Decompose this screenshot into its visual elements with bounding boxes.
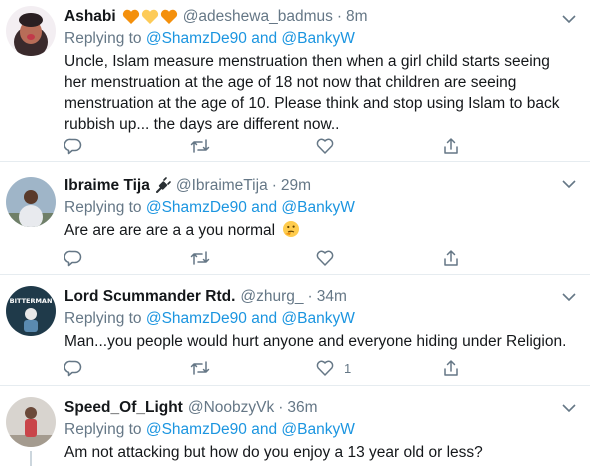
mention-and[interactable]: and xyxy=(251,421,277,438)
user-name[interactable]: Ibraime Tija xyxy=(64,175,150,197)
tweet-text: Man...you people would hurt anyone and e… xyxy=(64,333,567,350)
tweet-text-line: Are are are are a a you normal xyxy=(64,220,568,241)
retweet-button[interactable] xyxy=(190,247,316,269)
tweet-2[interactable]: Ibraime Tija @IbraimeTija · 29m Replying… xyxy=(0,163,590,275)
like-button[interactable] xyxy=(316,135,442,157)
user-handle[interactable]: @adeshewa_badmus xyxy=(183,6,333,28)
tweet-4[interactable]: Speed_Of_Light @NoobzyVk · 36m Replying … xyxy=(0,387,590,466)
heart-icon xyxy=(316,138,334,154)
tweet-header: Lord Scummander Rtd. @zhurg_ · 34m xyxy=(64,286,568,308)
reply-icon xyxy=(64,360,82,377)
plug-icon xyxy=(155,177,171,193)
orange-heart-icon xyxy=(160,9,177,24)
replying-to: Replying to @ShamzDe90 and @BankyW xyxy=(64,419,568,441)
mention-link[interactable]: @BankyW xyxy=(281,421,354,438)
tweet-header: Speed_Of_Light @NoobzyVk · 36m xyxy=(64,397,568,419)
avatar[interactable] xyxy=(6,177,56,227)
like-count: 1 xyxy=(344,360,352,376)
user-handle[interactable]: @IbraimeTija xyxy=(176,175,268,197)
reply-button[interactable] xyxy=(64,247,190,269)
retweet-button[interactable] xyxy=(190,135,316,157)
share-icon xyxy=(444,250,458,266)
tweet-text: Are are are are a a you normal xyxy=(64,222,276,239)
retweet-icon xyxy=(190,251,210,265)
retweet-icon xyxy=(190,139,210,153)
retweet-button[interactable] xyxy=(190,357,316,379)
orange-heart-icon xyxy=(122,9,139,24)
share-icon xyxy=(444,138,458,154)
share-icon xyxy=(444,360,458,376)
avatar[interactable]: BITTERMAN xyxy=(6,286,56,336)
tweet-actions xyxy=(64,135,568,157)
mention-and[interactable]: and xyxy=(251,310,277,327)
tweet-text: Uncle, Islam measure menstruation then w… xyxy=(64,53,560,133)
tweet-3[interactable]: BITTERMAN Lord Scummander Rtd. @zhurg_ ·… xyxy=(0,276,590,386)
user-name[interactable]: Speed_Of_Light xyxy=(64,397,183,419)
yellow-heart-icon xyxy=(141,9,158,24)
replying-to-label: Replying to xyxy=(64,30,142,47)
timestamp[interactable]: 8m xyxy=(346,6,368,28)
separator-dot: · xyxy=(271,177,277,194)
like-button[interactable] xyxy=(316,247,442,269)
mention-link[interactable]: @BankyW xyxy=(281,199,354,216)
replying-to: Replying to @ShamzDe90 and @BankyW xyxy=(64,28,568,50)
reply-icon xyxy=(64,250,82,267)
mention-and[interactable]: and xyxy=(251,199,277,216)
user-handle[interactable]: @NoobzyVk xyxy=(188,397,274,419)
user-name[interactable]: Ashabi xyxy=(64,6,116,28)
tweet-text: Am not attacking but how do you enjoy a … xyxy=(64,444,483,461)
mention-link[interactable]: @ShamzDe90 xyxy=(146,30,247,47)
like-button[interactable]: 1 xyxy=(316,357,442,379)
avatar-text: BITTERMAN xyxy=(10,297,53,305)
user-name[interactable]: Lord Scummander Rtd. xyxy=(64,286,235,308)
thinking-face-icon xyxy=(283,221,300,237)
timestamp[interactable]: 36m xyxy=(287,397,317,419)
replying-to-label: Replying to xyxy=(64,421,142,438)
separator-dot: · xyxy=(307,288,313,305)
share-button[interactable] xyxy=(442,357,568,379)
reply-button[interactable] xyxy=(64,135,190,157)
share-button[interactable] xyxy=(442,247,568,269)
retweet-icon xyxy=(190,361,210,375)
tweet-1[interactable]: Ashabi @adeshewa_badmus · 8m Replying to… xyxy=(0,0,590,162)
avatar[interactable] xyxy=(6,6,56,56)
reply-button[interactable] xyxy=(64,357,190,379)
tweet-header: Ibraime Tija @IbraimeTija · 29m xyxy=(64,175,568,197)
tweet-header: Ashabi @adeshewa_badmus · 8m xyxy=(64,6,568,28)
mention-link[interactable]: @BankyW xyxy=(281,30,354,47)
tweet-actions xyxy=(64,247,568,269)
user-handle[interactable]: @zhurg_ xyxy=(240,286,303,308)
avatar[interactable] xyxy=(6,397,56,447)
replying-to: Replying to @ShamzDe90 and @BankyW xyxy=(64,308,568,330)
separator-dot: · xyxy=(336,8,343,25)
timestamp[interactable]: 34m xyxy=(317,286,347,308)
heart-emoji-badges xyxy=(122,9,178,25)
replying-to: Replying to @ShamzDe90 and @BankyW xyxy=(64,197,568,219)
tweet-actions: 1 xyxy=(64,357,568,379)
separator-dot: · xyxy=(278,399,284,416)
reply-icon xyxy=(64,138,82,155)
thread-line xyxy=(30,451,32,466)
mention-and[interactable]: and xyxy=(251,30,277,47)
mention-link[interactable]: @ShamzDe90 xyxy=(146,310,247,327)
mention-link[interactable]: @ShamzDe90 xyxy=(146,199,247,216)
mention-link[interactable]: @BankyW xyxy=(281,310,354,327)
replying-to-label: Replying to xyxy=(64,310,142,327)
heart-icon xyxy=(316,250,334,266)
replying-to-label: Replying to xyxy=(64,199,142,216)
heart-icon xyxy=(316,360,334,376)
mention-link[interactable]: @ShamzDe90 xyxy=(146,421,247,438)
timestamp[interactable]: 29m xyxy=(281,175,311,197)
share-button[interactable] xyxy=(442,135,568,157)
